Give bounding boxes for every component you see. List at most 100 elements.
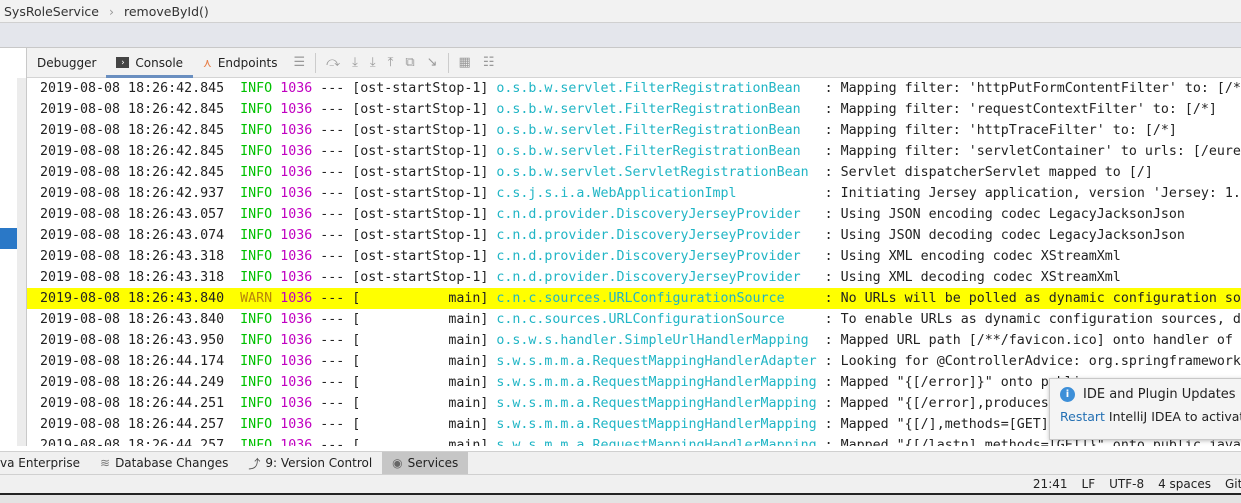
- log-timestamp: 2019-08-08 18:26:43.318: [40, 270, 225, 285]
- vcs-branch[interactable]: Git: [1225, 477, 1241, 491]
- tab-debugger[interactable]: Debugger: [27, 48, 106, 78]
- log-timestamp: 2019-08-08 18:26:43.318: [40, 249, 225, 264]
- log-logger: c.n.d.provider.DiscoveryJerseyProvider: [496, 249, 817, 264]
- log-pid: 1036: [280, 375, 313, 390]
- caret-position[interactable]: 21:41: [1033, 477, 1068, 491]
- log-logger: s.w.s.m.m.a.RequestMappingHandlerMapping: [496, 417, 817, 432]
- line-ending[interactable]: LF: [1082, 477, 1096, 491]
- log-timestamp: 2019-08-08 18:26:43.057: [40, 207, 225, 222]
- breadcrumb: SysRoleService › removeById(): [0, 0, 1241, 23]
- database-icon: ≋: [100, 456, 111, 470]
- log-timestamp: 2019-08-08 18:26:43.074: [40, 228, 225, 243]
- log-line: 2019-08-08 18:26:42.845 INFO 1036 --- [o…: [40, 144, 1241, 159]
- log-logger: o.s.b.w.servlet.FilterRegistrationBean: [496, 144, 817, 159]
- log-timestamp: 2019-08-08 18:26:43.840: [40, 312, 225, 327]
- restart-link[interactable]: Restart: [1060, 409, 1105, 424]
- log-pid: 1036: [280, 396, 313, 411]
- step-into-icon[interactable]: ⤓: [346, 55, 364, 70]
- log-line: 2019-08-08 18:26:43.074 INFO 1036 --- [o…: [40, 228, 1185, 243]
- log-line: 2019-08-08 18:26:43.318 INFO 1036 --- [o…: [40, 249, 1121, 264]
- log-timestamp: 2019-08-08 18:26:43.840: [40, 291, 225, 306]
- log-timestamp: 2019-08-08 18:26:42.845: [40, 102, 225, 117]
- log-level: INFO: [240, 396, 273, 411]
- log-logger: s.w.s.m.m.a.RequestMappingHandlerMapping: [496, 375, 817, 390]
- encoding[interactable]: UTF-8: [1109, 477, 1144, 491]
- log-pid: 1036: [280, 249, 313, 264]
- divider: [315, 52, 317, 73]
- log-line: 2019-08-08 18:26:44.174 INFO 1036 --- [ …: [40, 354, 1241, 369]
- step-over-icon[interactable]: ⤼: [320, 55, 346, 70]
- log-logger: o.s.b.w.servlet.ServletRegistrationBean: [496, 165, 817, 180]
- log-pid: 1036: [280, 186, 313, 201]
- tool-window-bar: va Enterprise ≋ Database Changes ⤴ 9: Vers…: [0, 451, 1241, 475]
- log-level: WARN: [240, 291, 273, 306]
- update-notification[interactable]: i IDE and Plugin Updates Restart IntelliJ…: [1049, 378, 1241, 440]
- scrollbar[interactable]: [17, 78, 26, 446]
- log-message: Using XML encoding codec XStreamXml: [840, 249, 1121, 264]
- log-thread: ost-startStop-1: [360, 102, 481, 117]
- services-tab[interactable]: ◉ Services: [382, 451, 469, 475]
- log-thread: ost-startStop-1: [360, 186, 481, 201]
- log-message: To enable URLs as dynamic configuration …: [840, 312, 1241, 327]
- step-out-icon[interactable]: ⤒: [382, 55, 400, 70]
- tab-endpoints[interactable]: ⋏ Endpoints: [193, 48, 287, 78]
- tab-label: Database Changes: [115, 456, 229, 470]
- log-pid: 1036: [280, 123, 313, 138]
- log-line: 2019-08-08 18:26:42.845 INFO 1036 --- [o…: [40, 102, 1217, 117]
- log-logger: s.w.s.m.m.a.RequestMappingHandlerMapping: [496, 438, 817, 446]
- force-step-into-icon[interactable]: ⤓: [364, 55, 382, 70]
- log-thread: ost-startStop-1: [360, 123, 481, 138]
- left-panel: [0, 48, 27, 446]
- log-thread: main: [360, 354, 481, 369]
- log-level: INFO: [240, 165, 273, 180]
- settings-icon[interactable]: ☷: [477, 55, 501, 70]
- log-pid: 1036: [280, 228, 313, 243]
- log-level: INFO: [240, 144, 273, 159]
- log-level: INFO: [240, 207, 273, 222]
- tab-label: Console: [135, 55, 184, 70]
- toolbar: [0, 23, 1241, 48]
- log-thread: main: [360, 417, 481, 432]
- log-level: INFO: [240, 438, 273, 446]
- log-timestamp: 2019-08-08 18:26:44.257: [40, 438, 225, 446]
- log-message: Using JSON decoding codec LegacyJacksonJ…: [840, 228, 1185, 243]
- log-message: Mapping filter: 'requestContextFilter' t…: [840, 102, 1217, 117]
- breadcrumb-method[interactable]: removeById(): [124, 4, 209, 19]
- log-thread: main: [360, 333, 481, 348]
- log-message: Mapped "{[/],methods=[GET]: [840, 417, 1049, 432]
- log-logger: o.s.b.w.servlet.FilterRegistrationBean: [496, 123, 817, 138]
- log-thread: main: [360, 291, 481, 306]
- log-thread: ost-startStop-1: [360, 207, 481, 222]
- log-line: 2019-08-08 18:26:43.840 WARN 1036 --- [ …: [27, 288, 1241, 309]
- log-timestamp: 2019-08-08 18:26:42.845: [40, 81, 225, 96]
- log-level: INFO: [240, 81, 273, 96]
- menu-icon[interactable]: ☰: [288, 55, 312, 70]
- log-level: INFO: [240, 333, 273, 348]
- tab-console[interactable]: › Console: [106, 48, 194, 78]
- notification-title: IDE and Plugin Updates: [1083, 387, 1236, 402]
- java-enterprise-tab[interactable]: va Enterprise: [0, 452, 90, 475]
- log-thread: ost-startStop-1: [360, 249, 481, 264]
- breadcrumb-separator: ›: [108, 3, 114, 19]
- tab-label: va Enterprise: [0, 456, 80, 470]
- log-message: Mapped "{[/error],produces: [840, 396, 1049, 411]
- log-thread: ost-startStop-1: [360, 228, 481, 243]
- drop-frame-icon[interactable]: ⧉: [399, 55, 420, 70]
- log-thread: main: [360, 396, 481, 411]
- version-control-tab[interactable]: ⤴ 9: Version Control: [238, 452, 382, 475]
- status-bar: 21:41 LF UTF-8 4 spaces Git: [0, 474, 1241, 495]
- database-changes-tab[interactable]: ≋ Database Changes: [90, 452, 238, 475]
- breadcrumb-class[interactable]: SysRoleService: [4, 4, 99, 19]
- log-message: Servlet dispatcherServlet mapped to [/]: [840, 165, 1153, 180]
- log-thread: main: [360, 375, 481, 390]
- log-logger: o.s.w.s.handler.SimpleUrlHandlerMapping: [496, 333, 817, 348]
- log-logger: c.n.c.sources.URLConfigurationSource: [496, 291, 817, 306]
- log-thread: ost-startStop-1: [360, 270, 481, 285]
- run-to-cursor-icon[interactable]: ↘: [421, 55, 444, 70]
- indent[interactable]: 4 spaces: [1158, 477, 1211, 491]
- log-pid: 1036: [280, 333, 313, 348]
- evaluate-icon[interactable]: ▦: [453, 55, 477, 70]
- log-level: INFO: [240, 354, 273, 369]
- log-timestamp: 2019-08-08 18:26:43.950: [40, 333, 225, 348]
- log-line: 2019-08-08 18:26:43.950 INFO 1036 --- [ …: [40, 333, 1233, 348]
